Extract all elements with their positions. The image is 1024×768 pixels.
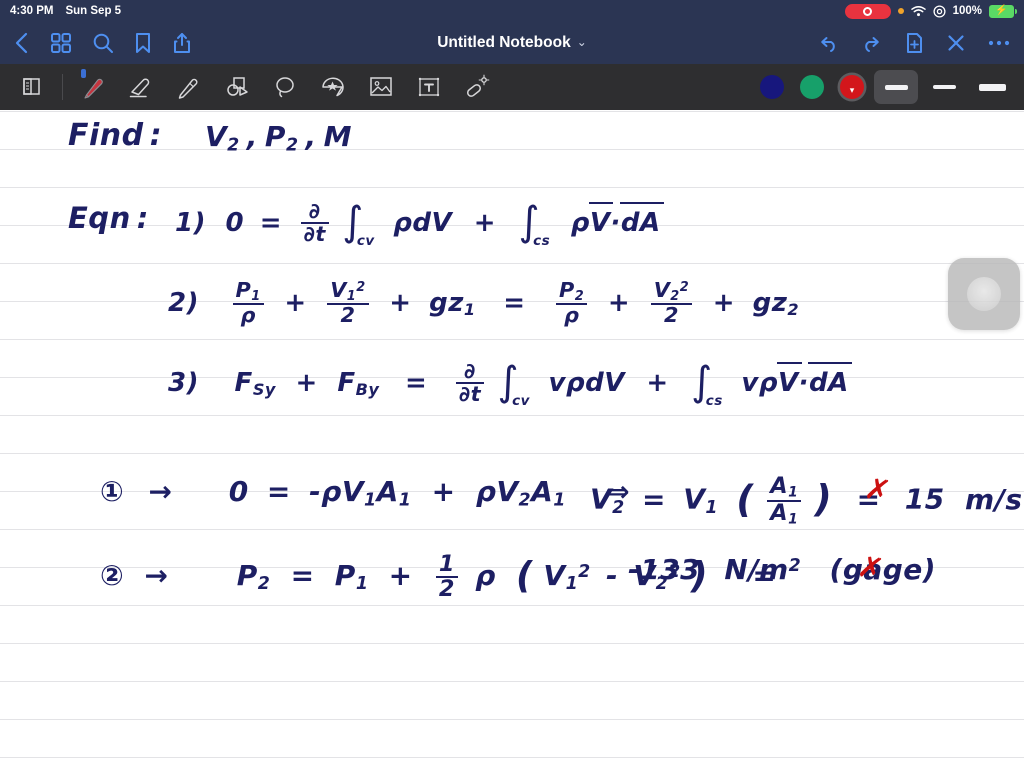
shapes-tool[interactable] bbox=[213, 67, 261, 107]
color-expand-chevron-icon: ▾ bbox=[849, 85, 855, 95]
status-bar-left: 4:30 PM Sun Sep 5 bbox=[10, 5, 121, 17]
toolbar-divider bbox=[62, 74, 63, 100]
screen-recording-indicator[interactable] bbox=[844, 3, 891, 19]
color-navy-dot bbox=[760, 75, 784, 99]
close-button[interactable] bbox=[946, 33, 966, 53]
add-page-button[interactable] bbox=[905, 32, 924, 54]
find-label: Find: bbox=[68, 118, 163, 153]
partial-derivative-fraction-2: ∂ ∂t bbox=[455, 361, 485, 405]
color-red-dot: ▾ bbox=[840, 75, 864, 99]
image-tool[interactable] bbox=[357, 67, 405, 107]
thumbnails-button[interactable] bbox=[50, 32, 72, 54]
result-2-value: -133 N/m2 (gage) bbox=[628, 553, 937, 586]
notebook-app-window: 4:30 PM Sun Sep 5 100% ⚡ Untitled Notebo… bbox=[0, 0, 1024, 768]
equation-3-momentum: 3) FSy + FBy = ∂ ∂t ∫cv vρdV + ∫cs vρV·d… bbox=[168, 358, 852, 409]
status-bar: 4:30 PM Sun Sep 5 100% ⚡ bbox=[0, 0, 1024, 22]
wifi-icon bbox=[910, 6, 926, 17]
color-and-width-group: ▾ bbox=[752, 67, 1016, 107]
battery-charging-icon: ⚡ bbox=[989, 4, 1017, 18]
area-ratio-fraction: A1 A1 bbox=[767, 475, 802, 526]
stroke-thin-bar bbox=[884, 84, 908, 90]
lasso-tool[interactable] bbox=[261, 67, 309, 107]
navigation-bar: Untitled Notebook ⌄ bbox=[0, 22, 1024, 64]
eraser-tool[interactable] bbox=[117, 67, 165, 107]
more-button[interactable] bbox=[988, 39, 1010, 47]
stroke-thick[interactable] bbox=[970, 70, 1014, 104]
eqn-label: Eqn: bbox=[68, 201, 149, 235]
p1-over-rho: P1 ρ bbox=[232, 279, 264, 327]
stroke-thin[interactable] bbox=[874, 70, 918, 104]
battery-percent-label: 100% bbox=[952, 5, 982, 17]
find-unknowns: V2, P2, M bbox=[205, 120, 353, 156]
color-red[interactable]: ▾ bbox=[832, 67, 872, 107]
notebook-title[interactable]: Untitled Notebook bbox=[437, 34, 570, 51]
pen-selected-indicator bbox=[81, 69, 86, 78]
color-green-dot bbox=[800, 75, 824, 99]
equation-2-bernoulli: 2) P1 ρ + V12 2 + gz1 = P2 ρ + V22 2 + g… bbox=[168, 278, 800, 328]
nav-left-group bbox=[14, 32, 192, 54]
assistive-touch-inner-circle bbox=[967, 277, 1001, 311]
result-1-step: ① → 0 = -ρV1A1 + ρV2A1 ⇒ bbox=[100, 475, 631, 511]
tool-bar: ▾ bbox=[0, 64, 1024, 110]
tool-group bbox=[8, 67, 501, 107]
stroke-medium-bar bbox=[932, 85, 956, 89]
share-button[interactable] bbox=[172, 32, 192, 54]
v1-squared-over-2: V12 2 bbox=[327, 279, 369, 327]
color-navy[interactable] bbox=[752, 67, 792, 107]
orange-dot-icon bbox=[897, 8, 904, 14]
back-button[interactable] bbox=[14, 32, 30, 54]
redo-button[interactable] bbox=[861, 33, 883, 53]
handwritten-notes: Find: V2, P2, M Eqn: 1) 0 = ∂ ∂t ∫cv ρdV + bbox=[0, 110, 1024, 768]
color-green[interactable] bbox=[792, 67, 832, 107]
notebook-canvas[interactable]: Find: V2, P2, M Eqn: 1) 0 = ∂ ∂t ∫cv ρdV + bbox=[0, 110, 1024, 768]
undo-button[interactable] bbox=[817, 33, 839, 53]
one-half-fraction: 1 2 bbox=[435, 553, 458, 601]
page-layout-tool[interactable] bbox=[8, 67, 56, 107]
equation-1-continuity: 1) 0 = ∂ ∂t ∫cv ρdV + ∫cs ρV·dA bbox=[175, 198, 664, 249]
text-tool[interactable] bbox=[405, 67, 453, 107]
stroke-thick-bar bbox=[978, 83, 1006, 91]
pen-tool[interactable] bbox=[69, 67, 117, 107]
status-date: Sun Sep 5 bbox=[65, 5, 122, 17]
record-dot-icon bbox=[863, 6, 873, 16]
laser-pointer-tool[interactable] bbox=[453, 67, 501, 107]
p2-over-rho: P2 ρ bbox=[556, 279, 588, 327]
highlighter-tool[interactable] bbox=[165, 67, 213, 107]
partial-derivative-fraction: ∂ ∂t bbox=[300, 201, 329, 245]
status-bar-right: 100% ⚡ bbox=[844, 3, 1017, 19]
status-time: 4:30 PM bbox=[10, 5, 54, 17]
stroke-medium[interactable] bbox=[922, 70, 966, 104]
sticker-tool[interactable] bbox=[309, 67, 357, 107]
chevron-down-icon[interactable]: ⌄ bbox=[577, 35, 587, 49]
bookmark-button[interactable] bbox=[134, 32, 152, 54]
assistive-touch-overlay[interactable] bbox=[948, 258, 1020, 330]
location-icon bbox=[933, 4, 946, 18]
v2-squared-over-2: V22 2 bbox=[650, 279, 693, 327]
result-1-value: V2 = V1 ( A1 A1 ) = 15 m/s bbox=[590, 473, 1023, 528]
search-button[interactable] bbox=[92, 32, 114, 54]
nav-right-group bbox=[817, 32, 1010, 54]
